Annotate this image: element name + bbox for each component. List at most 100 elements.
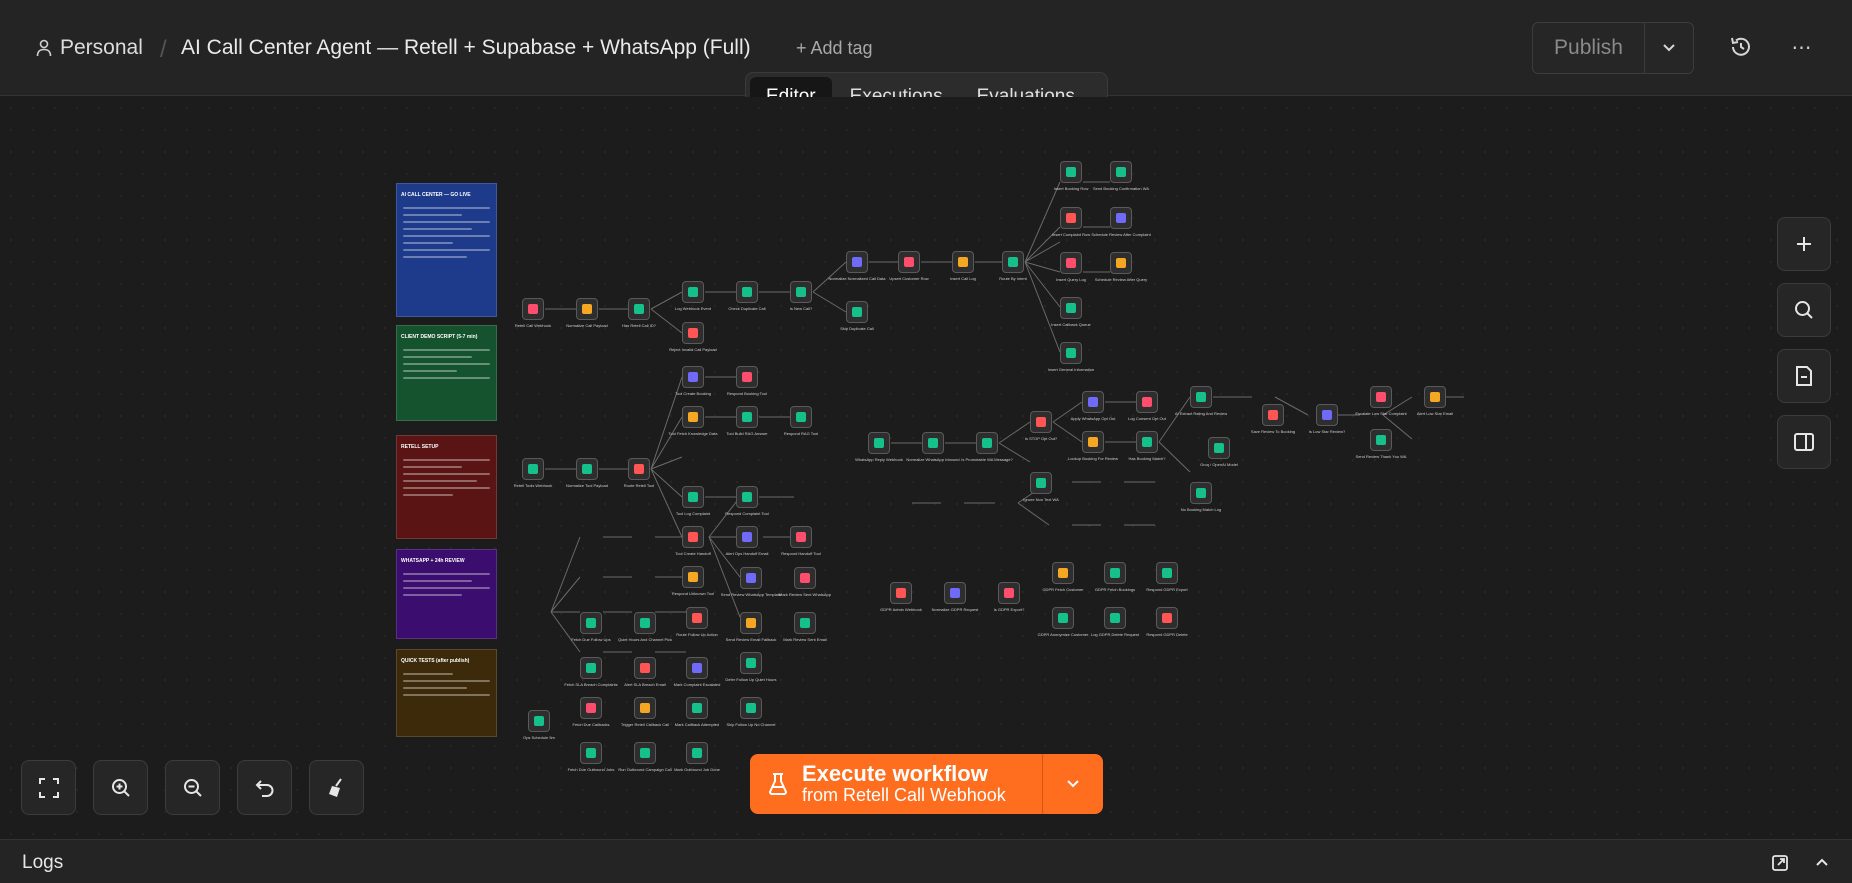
workflow-node[interactable] — [1208, 437, 1230, 459]
workflow-node[interactable] — [1316, 404, 1338, 426]
add-node-button[interactable] — [1777, 217, 1831, 271]
workflow-node[interactable] — [1190, 482, 1212, 504]
workflow-node[interactable] — [794, 567, 816, 589]
workflow-node[interactable] — [740, 612, 762, 634]
workflow-node[interactable] — [634, 742, 656, 764]
workflow-node[interactable] — [1060, 161, 1082, 183]
workflow-node[interactable] — [790, 526, 812, 548]
workflow-canvas[interactable]: AI CALL CENTER — GO LIVE CLIENT DEMO SCR… — [0, 97, 1852, 839]
workflow-node[interactable] — [1052, 562, 1074, 584]
workflow-node[interactable] — [682, 406, 704, 428]
workflow-node[interactable] — [736, 406, 758, 428]
workflow-node[interactable] — [740, 567, 762, 589]
toggle-panel-button[interactable] — [1777, 415, 1831, 469]
expand-logs-button[interactable] — [1814, 854, 1830, 875]
workflow-node[interactable] — [1052, 607, 1074, 629]
add-tag-button[interactable]: + Add tag — [796, 38, 873, 59]
pop-out-logs-button[interactable] — [1771, 854, 1789, 877]
workflow-node[interactable] — [1082, 431, 1104, 453]
project-breadcrumb[interactable]: Personal — [36, 36, 143, 60]
history-button[interactable] — [1728, 34, 1754, 60]
workflow-node[interactable] — [1104, 607, 1126, 629]
workflow-node[interactable] — [736, 366, 758, 388]
zoom-out-button[interactable] — [165, 760, 220, 815]
execute-workflow-button[interactable]: Execute workflow from Retell Call Webhoo… — [750, 754, 1043, 814]
execute-options-button[interactable] — [1043, 754, 1103, 814]
workflow-node[interactable] — [628, 458, 650, 480]
workflow-node[interactable] — [522, 298, 544, 320]
undo-button[interactable] — [237, 760, 292, 815]
workflow-node[interactable] — [580, 657, 602, 679]
workflow-node[interactable] — [1190, 386, 1212, 408]
workflow-node[interactable] — [846, 251, 868, 273]
workflow-node[interactable] — [580, 612, 602, 634]
workflow-node[interactable] — [528, 710, 550, 732]
workflow-node[interactable] — [682, 566, 704, 588]
workflow-node[interactable] — [1104, 562, 1126, 584]
workflow-node[interactable] — [682, 366, 704, 388]
workflow-node[interactable] — [976, 432, 998, 454]
logs-bar[interactable]: Logs — [0, 839, 1852, 883]
publish-options-button[interactable] — [1645, 23, 1693, 73]
workflow-node[interactable] — [686, 742, 708, 764]
workflow-node[interactable] — [1156, 607, 1178, 629]
workflow-node[interactable] — [922, 432, 944, 454]
workflow-node[interactable] — [846, 301, 868, 323]
workflow-node[interactable] — [1030, 411, 1052, 433]
workflow-node[interactable] — [634, 697, 656, 719]
workflow-node[interactable] — [998, 582, 1020, 604]
workflow-node[interactable] — [1060, 342, 1082, 364]
search-nodes-button[interactable] — [1777, 283, 1831, 337]
workflow-node[interactable] — [1060, 252, 1082, 274]
more-options-button[interactable]: ⋯ — [1789, 34, 1815, 60]
tidy-up-button[interactable] — [309, 760, 364, 815]
workflow-node[interactable] — [580, 697, 602, 719]
workflow-node[interactable] — [740, 697, 762, 719]
workflow-node[interactable] — [890, 582, 912, 604]
workflow-node[interactable] — [1370, 429, 1392, 451]
workflow-node[interactable] — [868, 432, 890, 454]
workflow-node[interactable] — [1110, 207, 1132, 229]
workflow-node[interactable] — [1110, 252, 1132, 274]
fit-view-button[interactable] — [21, 760, 76, 815]
workflow-node[interactable] — [1110, 161, 1132, 183]
workflow-node[interactable] — [736, 281, 758, 303]
workflow-node[interactable] — [740, 652, 762, 674]
workflow-node[interactable] — [794, 612, 816, 634]
sticky-note-button[interactable] — [1777, 349, 1831, 403]
workflow-node[interactable] — [790, 281, 812, 303]
workflow-node[interactable] — [1424, 386, 1446, 408]
workflow-node[interactable] — [682, 526, 704, 548]
workflow-node[interactable] — [898, 251, 920, 273]
workflow-node[interactable] — [1370, 386, 1392, 408]
zoom-in-button[interactable] — [93, 760, 148, 815]
workflow-node[interactable] — [736, 486, 758, 508]
workflow-node[interactable] — [634, 657, 656, 679]
workflow-node[interactable] — [1136, 431, 1158, 453]
publish-button[interactable]: Publish — [1533, 23, 1645, 73]
workflow-node[interactable] — [682, 486, 704, 508]
workflow-node[interactable] — [522, 458, 544, 480]
workflow-node[interactable] — [736, 526, 758, 548]
workflow-node[interactable] — [686, 657, 708, 679]
workflow-node[interactable] — [952, 251, 974, 273]
workflow-node[interactable] — [1156, 562, 1178, 584]
workflow-node[interactable] — [1060, 207, 1082, 229]
workflow-node[interactable] — [1060, 297, 1082, 319]
workflow-node[interactable] — [1136, 391, 1158, 413]
workflow-node[interactable] — [1082, 391, 1104, 413]
workflow-node[interactable] — [576, 298, 598, 320]
workflow-node[interactable] — [628, 298, 650, 320]
workflow-node[interactable] — [1030, 472, 1052, 494]
workflow-node[interactable] — [682, 322, 704, 344]
workflow-node[interactable] — [686, 697, 708, 719]
workflow-node[interactable] — [576, 458, 598, 480]
workflow-node[interactable] — [686, 607, 708, 629]
workflow-node[interactable] — [1002, 251, 1024, 273]
workflow-node[interactable] — [1262, 404, 1284, 426]
workflow-title[interactable]: AI Call Center Agent — Retell + Supabase… — [181, 36, 751, 60]
workflow-node[interactable] — [682, 281, 704, 303]
workflow-node[interactable] — [580, 742, 602, 764]
workflow-node[interactable] — [790, 406, 812, 428]
workflow-node[interactable] — [634, 612, 656, 634]
